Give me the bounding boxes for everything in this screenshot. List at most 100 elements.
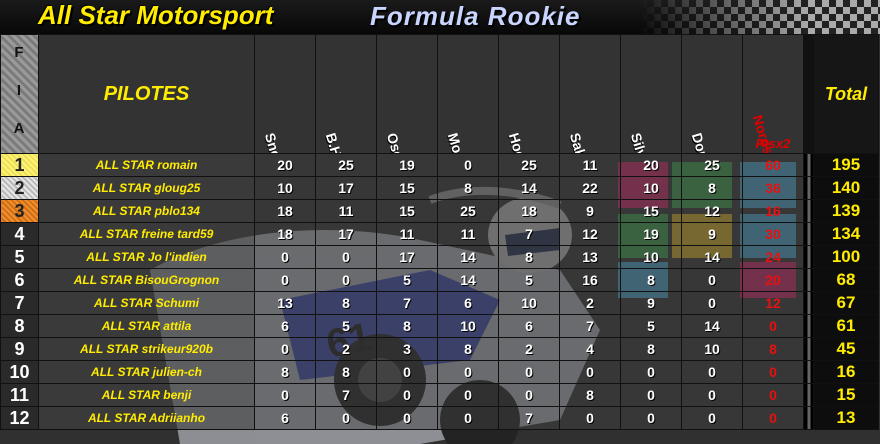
points-cell: 0 bbox=[315, 406, 377, 430]
points-cell: 10 bbox=[681, 337, 743, 361]
points-cell: 0 bbox=[559, 360, 621, 384]
points-cell: 10 bbox=[498, 291, 560, 315]
points-cell: 7 bbox=[498, 406, 560, 430]
points-cell: 0 bbox=[437, 360, 499, 384]
bonus-points-cell: 8 bbox=[742, 337, 804, 361]
points-cell: 0 bbox=[620, 360, 682, 384]
points-cell: 6 bbox=[498, 314, 560, 338]
circuit-header: Hockenheim bbox=[498, 34, 560, 154]
points-cell: 12 bbox=[681, 199, 743, 223]
table-row: 10 ALL STAR julien-ch 8 8 0 0 0 0 0 0 0 16 bbox=[0, 360, 879, 384]
points-cell: 16 bbox=[559, 268, 621, 292]
pilot-name-cell: ALL STAR pblo134 bbox=[38, 199, 255, 223]
table-row: 4 ALL STAR freine tard59 18 17 11 11 7 12 19 9 30 1… bbox=[0, 222, 879, 246]
circuit-name: Sakito bbox=[566, 131, 595, 154]
total-column-header: Total bbox=[813, 34, 879, 154]
points-cell: 5 bbox=[498, 268, 560, 292]
total-points-cell: 67 bbox=[813, 291, 879, 315]
points-cell: 10 bbox=[620, 176, 682, 200]
points-cell: 9 bbox=[559, 199, 621, 223]
circuit-header: Monza bbox=[437, 34, 499, 154]
circuit-header: Oschersleben bbox=[376, 34, 438, 154]
pilots-column-header: PILOTES bbox=[38, 34, 255, 154]
points-cell: 2 bbox=[559, 291, 621, 315]
points-cell: 0 bbox=[681, 383, 743, 407]
points-cell: 0 bbox=[681, 406, 743, 430]
points-cell: 0 bbox=[620, 406, 682, 430]
rank-cell: 3 bbox=[0, 199, 39, 223]
points-cell: 0 bbox=[254, 268, 316, 292]
points-cell: 0 bbox=[681, 291, 743, 315]
table-row: 8 ALL STAR attila 6 5 8 10 6 7 5 14 0 61 bbox=[0, 314, 879, 338]
pilot-name-cell: ALL STAR BisouGrognon bbox=[38, 268, 255, 292]
points-cell: 0 bbox=[376, 360, 438, 384]
points-cell: 8 bbox=[315, 360, 377, 384]
points-cell: 10 bbox=[437, 314, 499, 338]
points-cell: 18 bbox=[498, 199, 560, 223]
pilot-name-cell: ALL STAR Jo l'indien bbox=[38, 245, 255, 269]
bonus-points-cell: 0 bbox=[742, 360, 804, 384]
points-cell: 0 bbox=[620, 383, 682, 407]
points-cell: 4 bbox=[559, 337, 621, 361]
points-cell: 0 bbox=[681, 360, 743, 384]
pilot-name-cell: ALL STAR gloug25 bbox=[38, 176, 255, 200]
table-row: 3 ALL STAR pblo134 18 11 15 25 18 9 15 12 16 139 bbox=[0, 199, 879, 223]
fia-header: F I A bbox=[0, 34, 39, 154]
points-cell: 20 bbox=[620, 153, 682, 177]
rank-cell: 8 bbox=[0, 314, 39, 338]
bonus-points-cell: 0 bbox=[742, 406, 804, 430]
points-cell: 25 bbox=[437, 199, 499, 223]
bonus-points-cell: 36 bbox=[742, 176, 804, 200]
points-cell: 0 bbox=[437, 153, 499, 177]
points-cell: 13 bbox=[559, 245, 621, 269]
table-row: 7 ALL STAR Schumi 13 8 7 6 10 2 9 0 12 67 bbox=[0, 291, 879, 315]
pilot-name-cell: ALL STAR freine tard59 bbox=[38, 222, 255, 246]
points-cell: 3 bbox=[376, 337, 438, 361]
points-cell: 19 bbox=[376, 153, 438, 177]
column-separator bbox=[803, 153, 814, 177]
points-cell: 10 bbox=[254, 176, 316, 200]
title-banner: All Star Motorsport Formula Rookie bbox=[0, 0, 880, 34]
points-cell: 0 bbox=[498, 383, 560, 407]
points-cell: 0 bbox=[315, 268, 377, 292]
points-cell: 25 bbox=[315, 153, 377, 177]
points-cell: 0 bbox=[498, 360, 560, 384]
points-cell: 9 bbox=[681, 222, 743, 246]
total-points-cell: 45 bbox=[813, 337, 879, 361]
bonus-points-cell: 30 bbox=[742, 222, 804, 246]
column-separator bbox=[803, 383, 814, 407]
points-cell: 8 bbox=[620, 337, 682, 361]
table-row: 11 ALL STAR benji 0 7 0 0 0 8 0 0 0 15 bbox=[0, 383, 879, 407]
total-points-cell: 68 bbox=[813, 268, 879, 292]
circuit-header: Silverstone bbox=[620, 34, 682, 154]
circuit-name: Silverstone bbox=[628, 131, 665, 153]
points-cell: 14 bbox=[681, 314, 743, 338]
points-cell: 0 bbox=[437, 406, 499, 430]
pilot-name-cell: ALL STAR strikeur920b bbox=[38, 337, 255, 361]
points-cell: 11 bbox=[376, 222, 438, 246]
circuit-name: Hockenheim bbox=[506, 131, 546, 153]
pilot-name-cell: ALL STAR julien-ch bbox=[38, 360, 255, 384]
column-separator bbox=[803, 291, 814, 315]
points-cell: 15 bbox=[376, 176, 438, 200]
points-cell: 18 bbox=[254, 199, 316, 223]
bonus-points-cell: 16 bbox=[742, 199, 804, 223]
circuit-name: Oschersleben bbox=[384, 131, 426, 153]
points-cell: 8 bbox=[315, 291, 377, 315]
table-row: 2 ALL STAR gloug25 10 17 15 8 14 22 10 8 36 140 bbox=[0, 176, 879, 200]
total-points-cell: 61 bbox=[813, 314, 879, 338]
fia-letter: A bbox=[13, 120, 25, 137]
points-cell: 14 bbox=[498, 176, 560, 200]
points-cell: 20 bbox=[254, 153, 316, 177]
bonus-points-cell: 60 bbox=[742, 153, 804, 177]
points-cell: 22 bbox=[559, 176, 621, 200]
points-cell: 12 bbox=[559, 222, 621, 246]
points-cell: 15 bbox=[376, 199, 438, 223]
points-cell: 7 bbox=[376, 291, 438, 315]
points-cell: 17 bbox=[315, 176, 377, 200]
circuit-name: Monza bbox=[445, 131, 473, 153]
points-cell: 8 bbox=[376, 314, 438, 338]
table-row: 12 ALL STAR Adriianho 6 0 0 0 7 0 0 0 0 13 bbox=[0, 406, 879, 430]
pilot-name-cell: ALL STAR attila bbox=[38, 314, 255, 338]
column-separator bbox=[803, 337, 814, 361]
